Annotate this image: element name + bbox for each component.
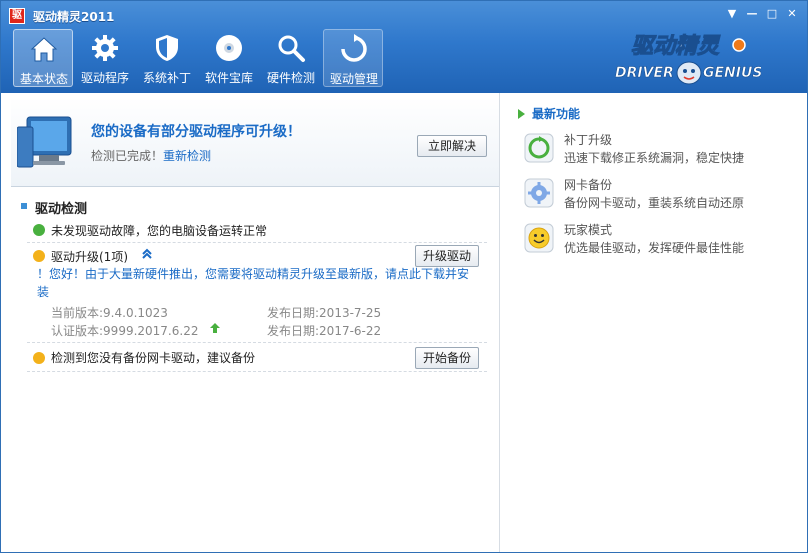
section-title: 驱动检测 [35, 202, 88, 217]
svg-text:驱动精灵: 驱动精灵 [631, 34, 721, 59]
app-logo-icon: 驱 [9, 8, 25, 24]
feature-desc: 备份网卡驱动，重装系统自动还原 [564, 196, 745, 210]
scan-complete-text: 检测已完成！ [91, 149, 164, 163]
upgrade-notice-link[interactable]: ！您好！由于大量新硬件推出，您需要将驱动精灵升级至最新版，请点此下载并安装 [37, 265, 477, 301]
certified-release-date: 发布日期:2017-6-22 [267, 324, 382, 338]
tab-label: 硬件检测 [266, 71, 315, 85]
warning-icon [33, 352, 45, 364]
maximize-button[interactable]: □ [765, 7, 779, 21]
fix-now-button[interactable]: 立即解决 [417, 135, 487, 157]
tab-hardware-check[interactable]: 硬件检测 [261, 29, 321, 87]
tab-label: 驱动管理 [329, 72, 378, 86]
svg-text:DRIVER: DRIVER [615, 65, 674, 81]
refresh-icon [341, 34, 367, 62]
certified-version: 认证版本:9999.2017.6.22 [51, 324, 199, 338]
tab-system-patch[interactable]: 系统补丁 [137, 29, 197, 87]
shield-icon [156, 35, 178, 61]
driver-genius-logo: 驱动精灵 DRIVER GENIUS [611, 23, 763, 89]
triangle-right-icon [518, 109, 525, 119]
magnifier-icon [278, 35, 305, 62]
minimize-button[interactable]: — [745, 7, 759, 21]
app-window: 驱 驱动精灵2011 ▼ — □ ✕ 基本状态 驱动程序 系统补丁 软件宝库 硬… [0, 0, 808, 553]
section-bullet-icon [21, 203, 27, 209]
tab-driver-management[interactable]: 驱动管理 [323, 29, 383, 87]
svg-text:GENIUS: GENIUS [703, 65, 761, 81]
tab-label: 驱动程序 [80, 71, 129, 85]
patch-icon[interactable] [524, 133, 554, 163]
tab-basic-status[interactable]: 基本状态 [13, 29, 73, 87]
green-up-arrow-icon [210, 323, 220, 333]
banner-title: 您的设备有部分驱动程序可升级！ [91, 124, 301, 140]
upgrade-driver-button[interactable]: 升级驱动 [415, 245, 479, 267]
current-version: 当前版本:9.4.0.1023 [51, 306, 168, 320]
recheck-link[interactable]: 重新检测 [163, 149, 211, 163]
disc-icon [216, 35, 242, 61]
check-icon [33, 224, 45, 236]
backup-message: 检测到您没有备份网卡驱动，建议备份 [51, 351, 256, 365]
header-bar: 驱 驱动精灵2011 ▼ — □ ✕ 基本状态 驱动程序 系统补丁 软件宝库 硬… [1, 1, 807, 93]
row-divider [27, 371, 487, 372]
feature-name[interactable]: 玩家模式 [564, 221, 612, 238]
upgrade-banner: 您的设备有部分驱动程序可升级！ 检测已完成！重新检测 立即解决 [11, 97, 499, 187]
feature-desc: 优选最佳驱动，发挥硬件最佳性能 [564, 241, 745, 255]
row-divider [27, 342, 487, 343]
upgrade-title: 驱动升级(1项) [51, 250, 128, 264]
tab-label: 系统补丁 [142, 71, 191, 85]
smiley-icon[interactable] [524, 223, 554, 253]
start-backup-button[interactable]: 开始备份 [415, 347, 479, 369]
tab-label: 软件宝库 [204, 71, 253, 85]
close-button[interactable]: ✕ [785, 7, 799, 21]
network-gear-icon[interactable] [524, 178, 554, 208]
home-icon [30, 37, 58, 62]
window-title: 驱动精灵2011 [33, 10, 115, 24]
feature-name[interactable]: 补丁升级 [564, 131, 612, 148]
news-panel: 最新功能 补丁升级 迅速下载修正系统漏洞，稳定快捷 网卡备份 备份网卡驱动，重装… [499, 93, 807, 552]
tab-label: 基本状态 [19, 72, 68, 86]
tab-drivers[interactable]: 驱动程序 [75, 29, 135, 87]
ok-message: 未发现驱动故障，您的电脑设备运转正常 [51, 224, 268, 238]
status-panel: 您的设备有部分驱动程序可升级！ 检测已完成！重新检测 立即解决 驱动检测 未发现… [1, 93, 499, 552]
feature-name[interactable]: 网卡备份 [564, 176, 612, 193]
feature-desc: 迅速下载修正系统漏洞，稳定快捷 [564, 151, 745, 165]
current-release-date: 发布日期:2013-7-25 [267, 306, 382, 320]
row-divider [27, 242, 487, 243]
warning-icon [33, 250, 45, 262]
menu-dropdown-button[interactable]: ▼ [725, 7, 739, 21]
double-chevron-up-icon[interactable] [141, 248, 153, 260]
tab-software-store[interactable]: 软件宝库 [199, 29, 259, 87]
computer-monitor-icon [17, 116, 72, 168]
news-title: 最新功能 [532, 107, 581, 121]
banner-status: 检测已完成！重新检测 [91, 147, 211, 164]
gear-icon [92, 35, 118, 61]
